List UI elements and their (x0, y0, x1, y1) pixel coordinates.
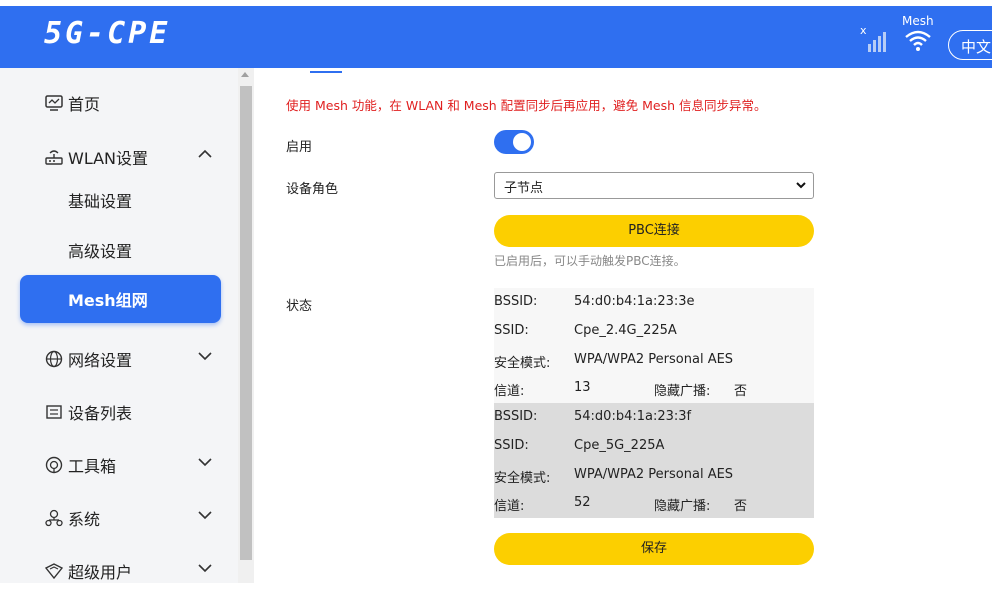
chevron-down-icon (198, 511, 212, 520)
chevron-down-icon (198, 352, 212, 361)
signal-bar (883, 32, 886, 52)
sidebar-item-label: 设备列表 (68, 404, 133, 423)
chevron-down-icon (796, 182, 806, 189)
channel-value: 13 (574, 380, 591, 395)
bssid-label: BSSID: (494, 294, 538, 309)
pbc-connect-button[interactable]: PBC连接 (494, 215, 814, 247)
sidebar-item-label: 网络设置 (68, 351, 133, 370)
top-header: 5G-CPE x Mesh 中文 (0, 6, 992, 68)
sidebar-item-basic-settings[interactable]: 基础设置 (20, 176, 221, 224)
sidebar-item-superuser[interactable]: 超级用户 (20, 547, 221, 595)
list-icon (44, 402, 64, 422)
status-label: 状态 (286, 299, 313, 314)
monitor-icon (44, 93, 64, 113)
channel-label: 信道: (494, 499, 525, 514)
sidebar-item-label: Mesh组网 (68, 291, 148, 310)
shield-icon (44, 561, 64, 581)
status-entry-2g: BSSID: 54:d0:b4:1a:23:3e SSID: Cpe_2.4G_… (494, 288, 814, 403)
mesh-status[interactable]: Mesh (900, 14, 936, 54)
security-value: WPA/WPA2 Personal AES (574, 352, 734, 367)
signal-bar (873, 40, 876, 52)
ssid-label: SSID: (494, 323, 529, 338)
sidebar-item-wlan[interactable]: WLAN设置 (20, 133, 221, 181)
sidebar-item-label: 高级设置 (68, 242, 133, 261)
toggle-knob (513, 133, 531, 151)
mesh-label: Mesh (902, 14, 934, 28)
brand-logo: 5G-CPE (44, 16, 171, 51)
sidebar-item-label: 系统 (68, 510, 101, 529)
main-content: 使用 Mesh 功能，在 WLAN 和 Mesh 配置同步后再应用，避免 Mes… (254, 68, 992, 583)
signal-strength-icon: x (860, 24, 890, 52)
security-value: WPA/WPA2 Personal AES (574, 467, 734, 482)
hidden-broadcast-label: 隐藏广播: (654, 384, 711, 399)
no-signal-mark: x (860, 24, 867, 37)
chevron-down-icon (198, 564, 212, 573)
sidebar-item-system[interactable]: 系统 (20, 494, 221, 542)
wifi-icon (905, 30, 931, 51)
sidebar-item-label: 首页 (68, 95, 101, 114)
ssid-value: Cpe_2.4G_225A (574, 323, 677, 338)
sidebar-item-label: 超级用户 (68, 563, 133, 582)
sidebar-item-mesh[interactable]: Mesh组网 (20, 275, 221, 323)
sidebar-item-label: 基础设置 (68, 192, 133, 211)
bssid-value: 54:d0:b4:1a:23:3e (574, 294, 695, 309)
hidden-broadcast-label: 隐藏广播: (654, 499, 711, 514)
sidebar-item-home[interactable]: 首页 (20, 79, 221, 127)
ssid-value: Cpe_5G_225A (574, 438, 665, 453)
save-button[interactable]: 保存 (494, 533, 814, 565)
device-role-label: 设备角色 (286, 182, 339, 197)
chevron-up-icon (198, 149, 212, 158)
bssid-label: BSSID: (494, 409, 538, 424)
globe-icon (44, 349, 64, 369)
enable-toggle[interactable] (494, 130, 534, 154)
hidden-broadcast-value: 否 (734, 499, 748, 514)
sidebar-item-device-list[interactable]: 设备列表 (20, 388, 221, 436)
status-entry-5g: BSSID: 54:d0:b4:1a:23:3f SSID: Cpe_5G_22… (494, 403, 814, 518)
security-label: 安全模式: (494, 356, 551, 371)
device-role-select[interactable]: 子节点 (494, 172, 814, 199)
chevron-down-icon (198, 458, 212, 467)
enable-label: 启用 (286, 140, 313, 155)
sidebar-item-label: 工具箱 (68, 457, 117, 476)
sidebar-item-label: WLAN设置 (68, 149, 149, 168)
pbc-hint: 已启用后，可以手动触发PBC连接。 (494, 254, 686, 268)
ssid-label: SSID: (494, 438, 529, 453)
device-role-value: 子节点 (504, 181, 544, 196)
language-button[interactable]: 中文 (948, 30, 992, 60)
scroll-up-arrow-icon[interactable] (241, 72, 249, 77)
channel-value: 52 (574, 495, 591, 510)
signal-bar (868, 44, 871, 52)
sidebar: 首页 WLAN设置 基础设置 高级设置 Mesh组网 网络设置 设备列表 工具箱 (0, 68, 254, 583)
network-icon (44, 508, 64, 528)
hidden-broadcast-value: 否 (734, 384, 748, 399)
signal-bar (878, 36, 881, 52)
sidebar-scrollbar[interactable] (238, 68, 254, 583)
toolbox-icon (44, 455, 64, 475)
mesh-notice: 使用 Mesh 功能，在 WLAN 和 Mesh 配置同步后再应用，避免 Mes… (286, 98, 767, 113)
sidebar-item-advanced-settings[interactable]: 高级设置 (20, 226, 221, 274)
router-icon (44, 147, 64, 167)
scrollbar-thumb[interactable] (240, 86, 252, 560)
security-label: 安全模式: (494, 471, 551, 486)
sidebar-item-network[interactable]: 网络设置 (20, 335, 221, 383)
active-tab-indicator (310, 71, 342, 73)
sidebar-item-toolbox[interactable]: 工具箱 (20, 441, 221, 489)
channel-label: 信道: (494, 384, 525, 399)
bssid-value: 54:d0:b4:1a:23:3f (574, 409, 692, 424)
